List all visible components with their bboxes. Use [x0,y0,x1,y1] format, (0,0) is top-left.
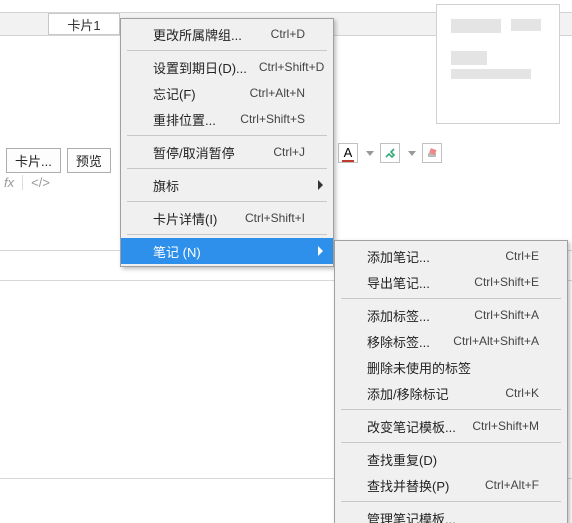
card-menu-item[interactable]: 旗标 [121,172,333,198]
menu-item-label: 移除标签... [367,332,441,351]
card-cell-label: 卡片1 [67,15,100,34]
menu-item-label: 查找重复(D) [367,450,539,469]
cards-button[interactable]: 卡片... [6,148,61,173]
menu-item-label: 删除未使用的标签 [367,358,539,377]
menu-separator [341,409,561,410]
menu-separator [127,50,327,51]
context-menu-notes: 添加笔记... Ctrl+E 导出笔记... Ctrl+Shift+E 添加标签... C… [334,240,568,523]
code-icon[interactable]: </> [31,175,50,190]
notes-menu-item[interactable]: 管理笔记模板... [335,505,567,523]
notes-menu-item[interactable]: 改变笔记模板... Ctrl+Shift+M [335,413,567,439]
fx-bar: fx </> [4,175,50,190]
menu-separator [341,501,561,502]
menu-item-label: 设置到期日(D)... [153,58,247,77]
menu-item-label: 查找并替换(P) [367,476,473,495]
notes-menu-item[interactable]: 添加/移除标记 Ctrl+K [335,380,567,406]
eraser-icon[interactable] [422,143,442,163]
notes-menu-item[interactable]: 添加标签... Ctrl+Shift+A [335,302,567,328]
card-menu-item[interactable]: 设置到期日(D)... Ctrl+Shift+D [121,54,333,80]
menu-item-shortcut: Ctrl+J [273,145,305,159]
card-menu-item[interactable]: 更改所属牌组... Ctrl+D [121,21,333,47]
context-menu-card: 更改所属牌组... Ctrl+D 设置到期日(D)... Ctrl+Shift+D 忘记… [120,18,334,267]
fx-icon[interactable]: fx [4,175,23,190]
menu-item-label: 改变笔记模板... [367,417,460,436]
menu-item-label: 旗标 [153,176,305,195]
notes-menu-item[interactable]: 添加笔记... Ctrl+E [335,243,567,269]
menu-item-label: 添加标签... [367,306,462,325]
menu-item-shortcut: Ctrl+Alt+Shift+A [453,334,539,348]
submenu-arrow-icon [318,180,323,190]
menu-item-label: 添加笔记... [367,247,493,266]
card-menu-item[interactable]: 重排位置... Ctrl+Shift+S [121,106,333,132]
menu-separator [127,135,327,136]
menu-item-shortcut: Ctrl+Alt+F [485,478,539,492]
menu-item-label: 重排位置... [153,110,228,129]
menu-item-shortcut: Ctrl+Shift+A [474,308,539,322]
toolbar: 卡片... 预览 [6,148,111,173]
menu-item-shortcut: Ctrl+Shift+D [259,60,324,74]
menu-item-label: 笔记 (N) [153,242,305,261]
menu-item-shortcut: Ctrl+Alt+N [250,86,305,100]
dropdown-icon[interactable] [408,151,416,156]
menu-item-label: 管理笔记模板... [367,509,539,523]
menu-item-shortcut: Ctrl+Shift+M [472,419,539,433]
menu-separator [127,201,327,202]
menu-item-shortcut: Ctrl+Shift+I [245,211,305,225]
format-toolbar: A [338,143,442,163]
card-menu-item[interactable]: 暂停/取消暂停 Ctrl+J [121,139,333,165]
text-color-icon[interactable]: A [338,143,358,163]
card-menu-item[interactable]: 卡片详情(I) Ctrl+Shift+I [121,205,333,231]
menu-item-shortcut: Ctrl+Shift+S [240,112,305,126]
menu-item-label: 导出笔记... [367,273,462,292]
card-menu-item[interactable]: 忘记(F) Ctrl+Alt+N [121,80,333,106]
menu-item-label: 卡片详情(I) [153,209,233,228]
notes-menu-item[interactable]: 移除标签... Ctrl+Alt+Shift+A [335,328,567,354]
highlight-icon[interactable] [380,143,400,163]
menu-item-label: 更改所属牌组... [153,25,259,44]
card-menu-item[interactable]: 笔记 (N) [121,238,333,264]
menu-item-shortcut: Ctrl+Shift+E [474,275,539,289]
menu-separator [127,168,327,169]
card-cell[interactable]: 卡片1 [48,13,120,35]
dropdown-icon[interactable] [366,151,374,156]
menu-separator [341,298,561,299]
menu-item-label: 忘记(F) [153,84,238,103]
preview-panel [436,4,560,124]
menu-item-shortcut: Ctrl+K [505,386,539,400]
menu-item-label: 暂停/取消暂停 [153,143,261,162]
preview-button[interactable]: 预览 [67,148,111,173]
notes-menu-item[interactable]: 导出笔记... Ctrl+Shift+E [335,269,567,295]
menu-separator [127,234,327,235]
menu-item-shortcut: Ctrl+D [271,27,305,41]
menu-separator [341,442,561,443]
notes-menu-item[interactable]: 删除未使用的标签 [335,354,567,380]
menu-item-label: 添加/移除标记 [367,384,493,403]
submenu-arrow-icon [318,246,323,256]
notes-menu-item[interactable]: 查找并替换(P) Ctrl+Alt+F [335,472,567,498]
menu-item-shortcut: Ctrl+E [505,249,539,263]
notes-menu-item[interactable]: 查找重复(D) [335,446,567,472]
